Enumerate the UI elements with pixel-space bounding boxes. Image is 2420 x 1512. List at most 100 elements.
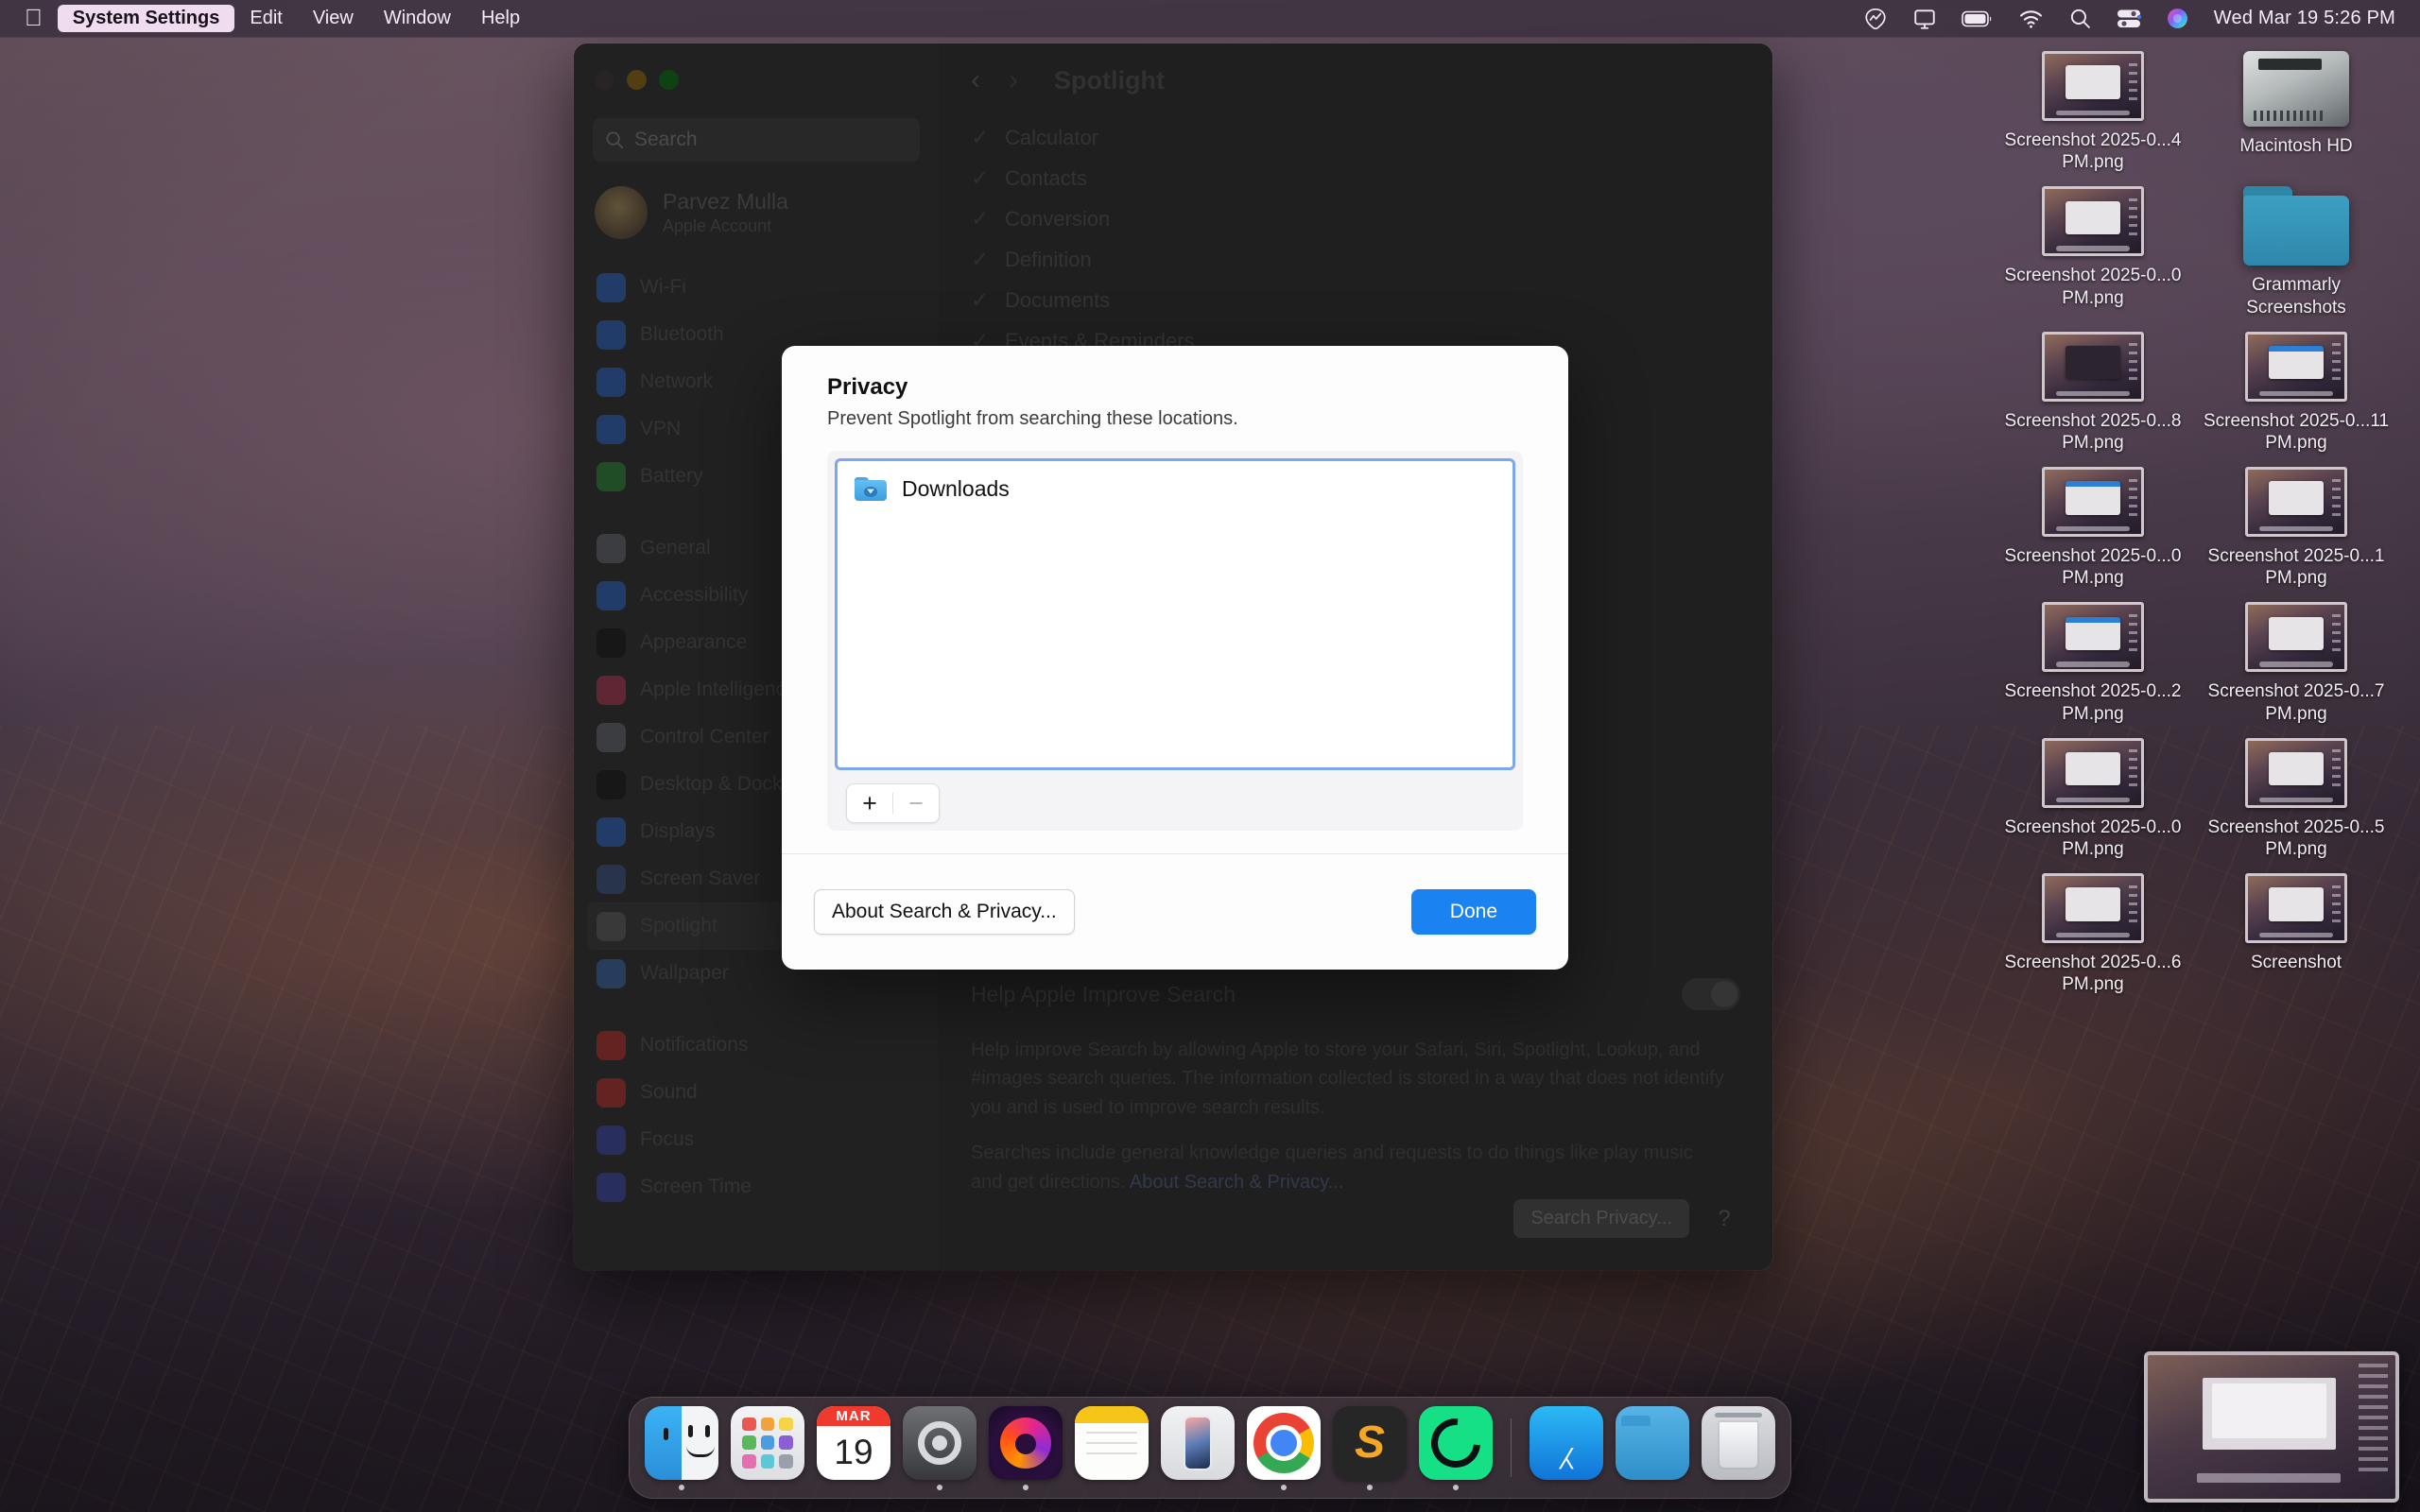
sidebar-account-row[interactable]: Parvez Mulla Apple Account xyxy=(595,186,920,239)
about-search-privacy-link[interactable]: About Search & Privacy... xyxy=(1130,1172,1343,1193)
search-icon[interactable] xyxy=(2068,7,2092,30)
screenshot-thumbnail-icon xyxy=(2245,467,2347,538)
running-indicator xyxy=(765,1485,770,1490)
dock-item-sublime-text[interactable]: S xyxy=(1331,1405,1409,1490)
running-indicator xyxy=(1109,1485,1115,1490)
gear-icon xyxy=(596,533,626,563)
sidebar-item-label: Control Center xyxy=(640,726,769,747)
desktop-icon[interactable]: Screenshot 2025-0...8 PM.png xyxy=(1998,326,2187,455)
desktop-icon[interactable]: Screenshot 2025-0...1 PM.png xyxy=(2202,461,2391,591)
desktop-icon[interactable]: Screenshot 2025-0...11 PM.png xyxy=(2202,326,2391,455)
menu-item-system-settings[interactable]: System Settings xyxy=(57,5,235,32)
dock-item-grammarly[interactable] xyxy=(1417,1405,1495,1490)
firefox-icon xyxy=(989,1405,1063,1480)
privacy-locations-list[interactable]: Downloads xyxy=(835,458,1515,770)
category-row-documents[interactable]: ✓ Documents xyxy=(971,280,1740,320)
dock-item-app-store[interactable]: ⁁ xyxy=(1528,1405,1605,1490)
add-location-button[interactable]: + xyxy=(847,784,892,822)
desktop-icon[interactable]: Screenshot 2025-0...6 PM.png xyxy=(1998,868,2187,997)
chevron-right-icon[interactable]: › xyxy=(1009,66,1018,94)
siri-icon[interactable] xyxy=(2166,7,2189,30)
search-privacy-button[interactable]: Search Privacy... xyxy=(1513,1199,1689,1238)
category-row-calculator[interactable]: ✓ Calculator xyxy=(971,117,1740,158)
screenshot-preview-thumbnail[interactable] xyxy=(2144,1351,2399,1503)
dock-item-trash[interactable] xyxy=(1700,1405,1777,1490)
remove-location-button[interactable]: − xyxy=(893,784,939,822)
sidebar-item-screen-time[interactable]: Screen Time xyxy=(587,1163,925,1211)
privacy-dialog-subtitle: Prevent Spotlight from searching these l… xyxy=(827,408,1238,429)
desktop-icon[interactable]: Screenshot xyxy=(2202,868,2391,997)
menu-bar:  System Settings Edit View Window Help xyxy=(0,0,2420,38)
iphone-mirroring-icon xyxy=(1161,1405,1235,1480)
menu-item-edit[interactable]: Edit xyxy=(234,5,297,32)
vpn-icon xyxy=(596,414,626,444)
dock-item-calendar[interactable]: MAR 19 xyxy=(815,1405,892,1490)
appearance-icon xyxy=(596,627,626,658)
calendar-day: 19 xyxy=(834,1433,873,1472)
dock-item-downloads-stack[interactable] xyxy=(1614,1405,1691,1490)
minimize-button[interactable] xyxy=(627,70,647,90)
sidebar-item-focus[interactable]: Focus xyxy=(587,1116,925,1163)
dock-item-notes[interactable] xyxy=(1073,1405,1150,1490)
desktop-icon[interactable]: Screenshot 2025-0...0 PM.png xyxy=(1998,461,2187,591)
close-button[interactable] xyxy=(595,70,614,90)
wifi-icon xyxy=(596,272,626,302)
battery-icon[interactable] xyxy=(1961,9,1994,28)
apple-logo-icon[interactable]:  xyxy=(25,7,43,30)
list-item[interactable]: Downloads xyxy=(838,471,1512,507)
sidebar-item-notifications[interactable]: Notifications xyxy=(587,1022,925,1069)
menu-item-view[interactable]: View xyxy=(298,5,369,32)
improve-toggle[interactable] xyxy=(1682,978,1740,1010)
desktop-icon[interactable]: Macintosh HD xyxy=(2202,45,2391,175)
wifi-icon[interactable] xyxy=(2018,9,2044,29)
sidebar-item-wi-fi[interactable]: Wi-Fi xyxy=(587,264,925,311)
display-icon[interactable] xyxy=(1912,7,1937,31)
help-button[interactable]: ? xyxy=(1708,1203,1740,1235)
category-row-definition[interactable]: ✓ Definition xyxy=(971,239,1740,280)
sidebar-item-sound[interactable]: Sound xyxy=(587,1069,925,1116)
desktop-icon[interactable]: Screenshot 2025-0...2 PM.png xyxy=(1998,596,2187,726)
wallpaper-icon xyxy=(596,958,626,988)
sidebar-group-alerts: Notifications Sound Focus Screen Time xyxy=(574,1022,939,1211)
menu-bar-clock[interactable]: Wed Mar 19 5:26 PM xyxy=(2214,8,2395,29)
desktop-icon[interactable]: Screenshot 2025-0...7 PM.png xyxy=(2202,596,2391,726)
zoom-button[interactable] xyxy=(659,70,679,90)
sidebar-search-field[interactable]: Search xyxy=(593,118,920,162)
dock-item-google-chrome[interactable] xyxy=(1245,1405,1322,1490)
dock-item-launchpad[interactable] xyxy=(729,1405,806,1490)
control-center-icon[interactable] xyxy=(2117,9,2141,29)
running-indicator xyxy=(1281,1484,1287,1490)
desktop-icon-grid: Screenshot 2025-0...4 PM.png Macintosh H… xyxy=(1998,45,2395,997)
running-indicator xyxy=(1453,1484,1459,1490)
done-button[interactable]: Done xyxy=(1410,889,1536,935)
desktop-icon[interactable]: Screenshot 2025-0...0 PM.png xyxy=(1998,180,2187,319)
menu-item-window[interactable]: Window xyxy=(369,5,466,32)
dock: MAR 19 S ⁁ xyxy=(629,1397,1791,1499)
desktop-icon[interactable]: Screenshot 2025-0...4 PM.png xyxy=(1998,45,2187,175)
dock-item-iphone-mirroring[interactable] xyxy=(1159,1405,1236,1490)
running-indicator xyxy=(679,1484,684,1490)
search-icon xyxy=(606,131,624,149)
about-search-privacy-button[interactable]: About Search & Privacy... xyxy=(814,889,1075,935)
sidebar-item-label: Spotlight xyxy=(640,915,717,936)
stocks-icon[interactable] xyxy=(1863,7,1888,31)
checkmark-icon: ✓ xyxy=(971,165,990,190)
desktop-icon-label: Screenshot 2025-0...1 PM.png xyxy=(2207,546,2385,589)
preview-dialog xyxy=(2212,1383,2326,1439)
network-icon xyxy=(596,367,626,397)
dock-item-finder[interactable] xyxy=(643,1405,720,1490)
checkmark-icon: ✓ xyxy=(971,287,990,312)
category-row-conversion[interactable]: ✓ Conversion xyxy=(971,198,1740,239)
privacy-dialog-footer: About Search & Privacy... Done xyxy=(782,854,1568,970)
launchpad-icon xyxy=(731,1405,804,1480)
menu-item-help[interactable]: Help xyxy=(466,5,535,32)
chevron-left-icon[interactable]: ‹ xyxy=(971,66,980,94)
category-row-contacts[interactable]: ✓ Contacts xyxy=(971,158,1740,198)
dock-item-firefox[interactable] xyxy=(987,1405,1064,1490)
dock-item-system-settings[interactable] xyxy=(901,1405,978,1490)
sidebar-item-label: Wi-Fi xyxy=(640,276,686,298)
desktop-icon[interactable]: Screenshot 2025-0...5 PM.png xyxy=(2202,732,2391,862)
desktop-icon[interactable]: Screenshot 2025-0...0 PM.png xyxy=(1998,732,2187,862)
app-store-icon: ⁁ xyxy=(1530,1405,1603,1480)
desktop-icon[interactable]: Grammarly Screenshots xyxy=(2202,180,2391,319)
